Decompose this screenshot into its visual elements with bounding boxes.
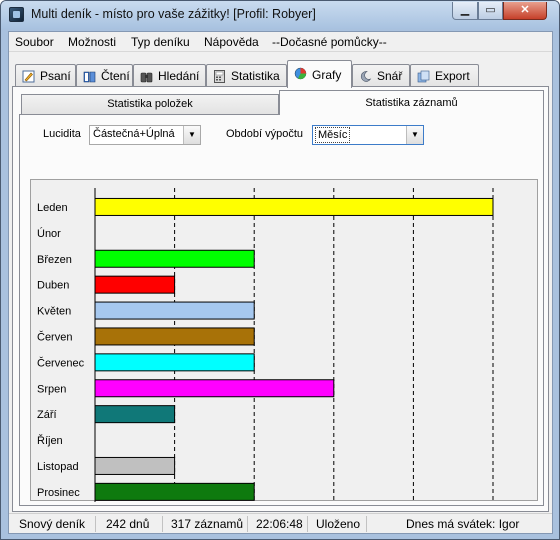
category-label: Srpen — [37, 383, 66, 395]
category-label: Listopad — [37, 461, 79, 473]
category-label: Únor — [37, 227, 61, 240]
status-days: 242 dnů — [106, 517, 150, 531]
export-icon — [417, 70, 430, 83]
status-separator — [366, 516, 367, 532]
category-label: Září — [37, 409, 57, 421]
grafy-tab-page: Statistika položek Statistika záznamů Lu… — [12, 86, 549, 512]
category-label: Prosinec — [37, 487, 80, 499]
status-time: 22:06:48 — [256, 517, 303, 531]
bar — [94, 353, 255, 372]
tab-label: Čtení — [101, 69, 130, 83]
tab-hledani[interactable]: Hledání — [133, 64, 206, 87]
menu-docasne-pomucky[interactable]: --Dočasné pomůcky-- — [272, 35, 387, 49]
bar — [94, 456, 176, 475]
tab-cteni[interactable]: Čtení — [76, 64, 133, 87]
menu-bar: Soubor Možnosti Typ deníku Nápověda --Do… — [9, 32, 552, 52]
bar — [94, 405, 176, 424]
tab-export[interactable]: Export — [410, 64, 479, 87]
lucidita-label: Lucidita — [43, 128, 81, 140]
status-separator — [162, 516, 163, 532]
pencil-icon — [22, 70, 35, 83]
tab-label: Hledání — [158, 69, 200, 83]
menu-soubor[interactable]: Soubor — [15, 35, 54, 49]
category-label: Duben — [37, 280, 69, 292]
category-label: Leden — [37, 202, 68, 214]
bar-chart-svg: Leden Únor Březen Duben Květen Červen Červenec… — [37, 188, 494, 502]
title-bar[interactable]: Multi deník - místo pro vaše zážitky! [P… — [1, 1, 559, 29]
tab-label: Grafy — [312, 68, 342, 82]
status-separator — [247, 516, 248, 532]
bar — [94, 379, 335, 398]
tab-label: Statistika — [231, 69, 280, 83]
maximize-button[interactable]: ▭ — [478, 2, 503, 20]
tab-statistika[interactable]: Statistika — [206, 64, 287, 87]
status-bar: Snový deník 242 dnů 317 záznamů 22:06:48… — [9, 513, 552, 533]
window-title: Multi deník - místo pro vaše zážitky! [P… — [31, 7, 316, 21]
bar — [94, 301, 255, 320]
app-icon[interactable] — [9, 7, 24, 22]
lucidita-select[interactable]: Částečná+Úplná ▼ — [89, 125, 201, 145]
bar — [94, 482, 255, 501]
tab-snar[interactable]: Snář — [352, 64, 410, 87]
menu-moznosti[interactable]: Možnosti — [68, 35, 116, 49]
category-label: Březen — [37, 254, 72, 266]
status-state: Uloženo — [316, 517, 361, 531]
tab-grafy[interactable]: Grafy — [287, 60, 352, 88]
lucidita-value: Částečná+Úplná — [93, 128, 175, 140]
tab-psani[interactable]: Psaní — [15, 64, 76, 87]
close-button[interactable]: ✕ — [503, 2, 547, 20]
moon-icon — [360, 71, 372, 82]
bar — [94, 197, 494, 216]
bar — [94, 275, 176, 294]
tab-label: Export — [435, 69, 470, 83]
app-window: Multi deník - místo pro vaše zážitky! [P… — [0, 0, 560, 540]
menu-typ-deniku[interactable]: Typ deníku — [131, 35, 190, 49]
category-label: Květen — [37, 306, 71, 318]
minimize-button[interactable]: ▁ — [452, 2, 478, 20]
calculator-icon — [214, 70, 225, 83]
subtab-statistika-polozek[interactable]: Statistika položek — [21, 94, 279, 115]
book-icon — [83, 71, 96, 83]
tab-label: Snář — [377, 69, 403, 83]
client-area: Soubor Možnosti Typ deníku Nápověda --Do… — [8, 31, 553, 534]
bar-chart: Leden Únor Březen Duben Květen Červen Červenec… — [30, 179, 538, 502]
period-label: Období výpočtu — [226, 128, 304, 140]
category-label: Červenec — [37, 356, 85, 369]
bar — [94, 249, 255, 268]
status-section: Snový deník — [19, 517, 86, 531]
main-tab-strip: Psaní Čtení Hledání Statistika Grafy Sná… — [9, 60, 552, 88]
status-separator — [307, 516, 308, 532]
category-label: Červen — [37, 330, 72, 343]
pie-chart-icon — [294, 67, 307, 80]
period-select[interactable]: Měsíc ▼ — [312, 125, 424, 145]
chevron-down-icon[interactable]: ▼ — [406, 126, 423, 144]
category-label: Říjen — [37, 434, 63, 447]
chevron-down-icon[interactable]: ▼ — [183, 126, 200, 144]
subtab-statistika-zaznamu[interactable]: Statistika záznamů — [279, 90, 544, 115]
status-records: 317 záznamů — [171, 517, 244, 531]
statistika-zaznamu-page: Lucidita Částečná+Úplná ▼ Období výpočtu… — [19, 114, 544, 506]
status-nameday: Dnes má svátek: Igor — [406, 517, 520, 531]
menu-napoveda[interactable]: Nápověda — [204, 35, 259, 49]
tab-label: Psaní — [40, 69, 71, 83]
period-value: Měsíc — [315, 127, 351, 143]
status-separator — [95, 516, 96, 532]
binoculars-icon — [140, 72, 153, 83]
bar — [94, 327, 255, 346]
